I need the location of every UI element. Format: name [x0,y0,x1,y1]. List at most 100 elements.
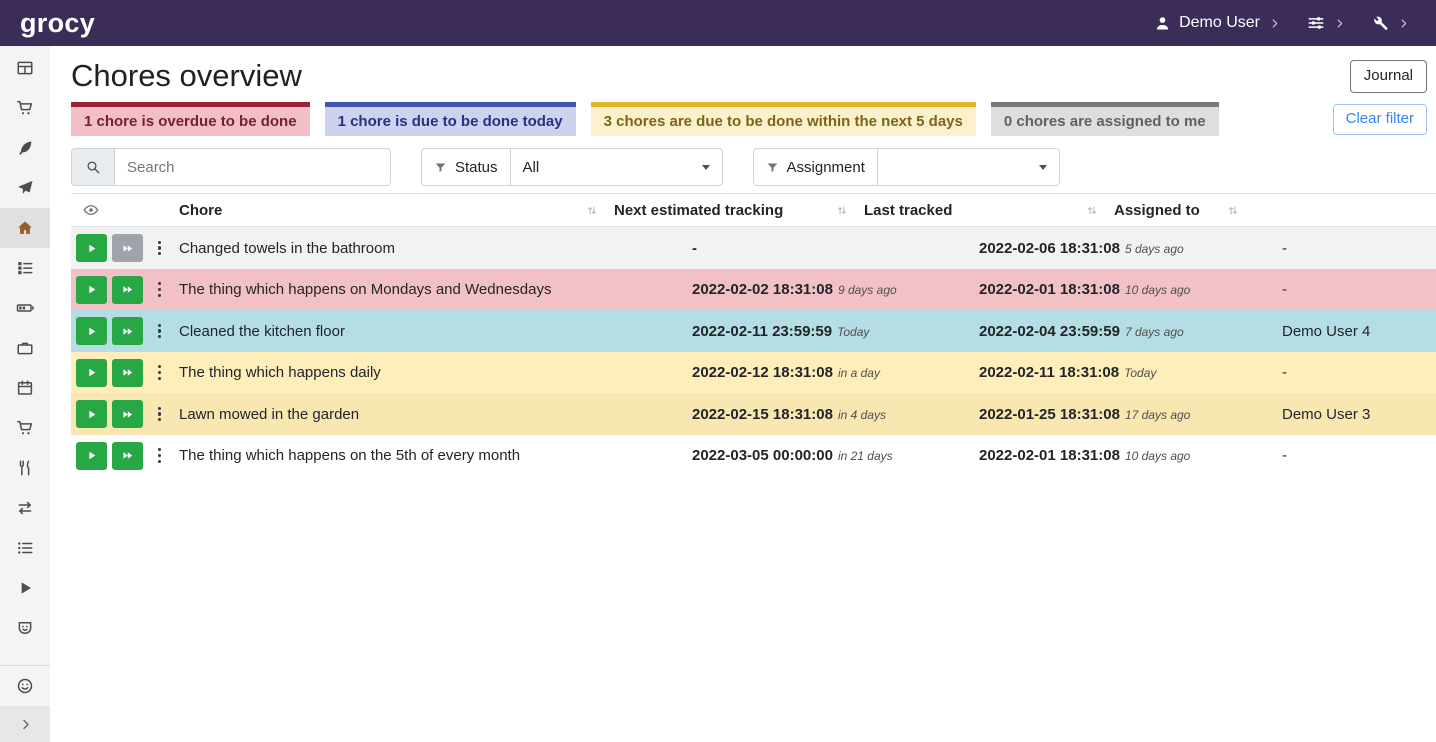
next-estimated-tracking-cell: 2022-02-12 18:31:08in a day [684,364,971,381]
sidebar-item-battery[interactable] [0,288,50,328]
column-header-assigned-to[interactable]: Assigned to [1105,194,1246,226]
journal-button[interactable]: Journal [1350,60,1427,93]
track-chore-execution-button[interactable] [76,234,107,262]
row-menu-button[interactable] [151,277,168,302]
sliders-icon [1307,14,1325,32]
ellipsis-icon [158,407,161,410]
row-actions [71,276,170,304]
next-tracking-timeago: in a day [838,366,880,380]
table-header: Chore Next estimated tracking Last track… [71,193,1436,227]
sidebar-item-mask[interactable] [0,608,50,648]
skip-next-execution-button[interactable] [112,400,143,428]
sidebar-item-briefcase[interactable] [0,328,50,368]
last-tracked-datetime: 2022-02-06 18:31:08 [979,240,1120,257]
row-menu-button[interactable] [151,236,168,261]
sidebar-item-calendar[interactable] [0,368,50,408]
user-name-label: Demo User [1179,14,1260,32]
skip-next-execution-button[interactable] [112,359,143,387]
wrench-icon [1372,15,1389,32]
chevron-right-icon [1333,17,1346,30]
chevron-right-icon [18,717,33,732]
row-menu-button[interactable] [151,319,168,344]
assignment-filter-label: Assignment [787,159,865,176]
user-menu[interactable]: Demo User [1154,14,1281,32]
chore-name: Lawn mowed in the garden [170,406,684,423]
due-today-chip[interactable]: 1 chore is due to be done today [325,102,576,136]
row-menu-button[interactable] [151,402,168,427]
filter-icon [766,161,779,174]
admin-menu[interactable] [1372,15,1410,32]
sidebar-item-tasks[interactable] [0,248,50,288]
sidebar-item-utensils[interactable] [0,448,50,488]
settings-menu[interactable] [1307,14,1346,32]
track-chore-execution-button[interactable] [76,400,107,428]
sidebar-item-list[interactable] [0,528,50,568]
last-tracked-timeago: 17 days ago [1125,408,1190,422]
sidebar-item-play[interactable] [0,568,50,608]
sidebar-collapse-button[interactable] [0,706,50,742]
fast-forward-icon [121,283,134,296]
assigned-to-cell: - [1274,240,1436,257]
last-tracked-datetime: 2022-02-04 23:59:59 [979,323,1120,340]
sidebar-item-feather[interactable] [0,128,50,168]
track-chore-execution-button[interactable] [76,442,107,470]
track-chore-execution-button[interactable] [76,276,107,304]
table-row: Changed towels in the bathroom - 2022-02… [71,227,1436,269]
caret-down-icon [1039,165,1047,170]
ellipsis-icon [158,448,161,451]
caret-down-icon [702,165,710,170]
skip-next-execution-button[interactable] [112,234,143,262]
search-input[interactable] [115,149,390,185]
column-header-next-estimated-tracking[interactable]: Next estimated tracking [605,194,855,226]
fast-forward-icon [121,366,134,379]
sidebar-item-paper-plane[interactable] [0,168,50,208]
sidebar-item-shopping-cart-2[interactable] [0,408,50,448]
next-estimated-tracking-cell: 2022-02-15 18:31:08in 4 days [684,406,971,423]
next-estimated-tracking-cell: 2022-03-05 00:00:00in 21 days [684,447,971,464]
next-estimated-tracking-cell: 2022-02-02 18:31:089 days ago [684,281,971,298]
filter-icon [434,161,447,174]
track-chore-execution-button[interactable] [76,359,107,387]
assignment-select[interactable] [878,149,1059,185]
column-header-chore[interactable]: Chore [170,194,605,226]
assigned-to-cell: Demo User 3 [1274,406,1436,423]
assigned-to-me-chip[interactable]: 0 chores are assigned to me [991,102,1219,136]
grocy-logo[interactable]: grocy [20,10,95,37]
row-menu-button[interactable] [151,443,168,468]
exchange-icon [16,499,34,517]
skip-next-execution-button[interactable] [112,442,143,470]
fast-forward-icon [121,325,134,338]
column-visibility-toggle[interactable] [71,202,170,218]
next-tracking-datetime: 2022-03-05 00:00:00 [692,447,833,464]
main-content: Chores overview Journal 1 chore is overd… [50,46,1436,742]
search-group [71,148,391,186]
overdue-chip[interactable]: 1 chore is overdue to be done [71,102,310,136]
row-menu-button[interactable] [151,360,168,385]
skip-next-execution-button[interactable] [112,276,143,304]
next-tracking-timeago: Today [837,325,869,339]
sidebar-item-table[interactable] [0,48,50,88]
table-icon [16,59,34,77]
sort-icon [1086,204,1098,217]
last-tracked-timeago: Today [1124,366,1156,380]
row-actions [71,442,170,470]
status-select-value: All [523,159,540,176]
eye-icon [83,202,99,218]
clear-filter-button[interactable]: Clear filter [1333,104,1427,135]
next-tracking-datetime: - [692,240,697,257]
sidebar-item-smiley[interactable] [0,666,50,706]
sidebar-item-shopping-cart[interactable] [0,88,50,128]
skip-next-execution-button[interactable] [112,317,143,345]
status-select[interactable]: All [511,149,722,185]
track-chore-execution-button[interactable] [76,317,107,345]
sidebar-item-exchange[interactable] [0,488,50,528]
sidebar-item-home[interactable] [0,208,50,248]
row-actions [71,317,170,345]
column-header-last-tracked[interactable]: Last tracked [855,194,1105,226]
chevron-right-icon [1268,17,1281,30]
list-icon [16,539,34,557]
status-filter-label: Status [455,159,498,176]
sort-icon [1227,204,1239,217]
assigned-to-cell: - [1274,281,1436,298]
due-soon-chip[interactable]: 3 chores are due to be done within the n… [591,102,976,136]
